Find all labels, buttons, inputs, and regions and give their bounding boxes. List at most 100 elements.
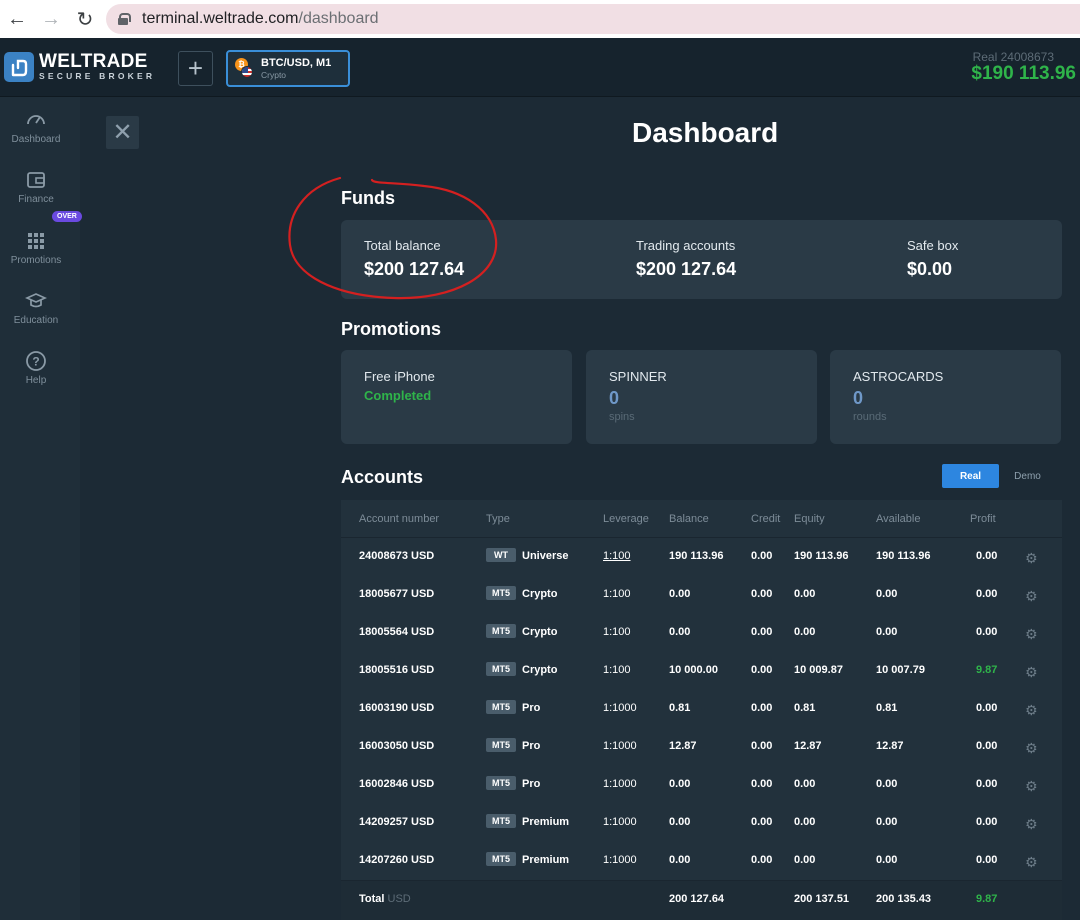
- promo-count: 0: [853, 388, 864, 408]
- account-number-cell: 16003050 USD: [359, 740, 435, 752]
- promo-name: SPINNER: [609, 369, 667, 384]
- logo-subtitle: SECURE BROKER: [39, 70, 156, 81]
- column-header: Available: [876, 513, 921, 525]
- gear-icon[interactable]: ⚙: [1025, 816, 1038, 833]
- profit-cell: 9.87: [976, 664, 998, 676]
- forward-arrow-icon[interactable]: →: [34, 0, 68, 38]
- total-balance-cell: 200 127.64: [669, 893, 725, 905]
- leverage-cell[interactable]: 1:100: [603, 550, 631, 562]
- app-header: WELTRADE SECURE BROKER + ₿ BTC/USD, M1 C…: [0, 38, 1080, 97]
- table-row[interactable]: MT5 16003050 USD Pro 1:1000 12.87 0.00 12.87 12…: [341, 728, 1062, 766]
- account-type-cell: Premium: [522, 854, 570, 866]
- column-header: Profit: [970, 513, 996, 525]
- table-row[interactable]: MT5 18005677 USD Crypto 1:100 0.00 0.00 0.00 0.…: [341, 576, 1062, 614]
- column-header: Credit: [751, 513, 781, 525]
- gear-icon[interactable]: ⚙: [1025, 740, 1038, 757]
- gear-icon[interactable]: ⚙: [1025, 664, 1038, 681]
- safe-box-label: Safe box: [907, 238, 959, 253]
- instrument-category: Crypto: [261, 70, 287, 80]
- demo-toggle-button[interactable]: Demo: [999, 464, 1056, 488]
- account-number-cell: 14207260 USD: [359, 854, 435, 866]
- table-row[interactable]: MT5 18005516 USD Crypto 1:100 10 000.00 0.00 1…: [341, 652, 1062, 690]
- credit-cell: 0.00: [751, 626, 773, 638]
- sidebar: Dashboard Finance OVER Promotions Educat…: [0, 97, 82, 920]
- promo-card-astrocards[interactable]: ASTROCARDS 0 rounds: [830, 350, 1061, 444]
- promo-card-spinner[interactable]: SPINNER 0 spins: [586, 350, 817, 444]
- speedometer-icon: [27, 115, 45, 125]
- total-profit-cell: 9.87: [976, 893, 998, 905]
- account-type-cell: Crypto: [522, 626, 558, 638]
- graduation-cap-icon: [25, 293, 47, 308]
- account-label[interactable]: Real 24008673: [973, 50, 1054, 64]
- gear-icon[interactable]: ⚙: [1025, 626, 1038, 643]
- gear-icon[interactable]: ⚙: [1025, 854, 1038, 871]
- sidebar-item-finance[interactable]: Finance: [0, 169, 72, 205]
- platform-badge: MT5: [486, 814, 516, 828]
- account-type-toggle: Real Demo: [942, 464, 1056, 488]
- address-bar[interactable]: terminal.weltrade.com/dashboard: [106, 4, 1080, 34]
- profit-cell: 0.00: [976, 626, 998, 638]
- trading-accounts-label: Trading accounts: [636, 238, 736, 253]
- sidebar-item-label: Education: [13, 315, 59, 326]
- table-row[interactable]: MT5 16002846 USD Pro 1:1000 0.00 0.00 0.00 0.00…: [341, 766, 1062, 804]
- platform-badge: MT5: [486, 852, 516, 866]
- promo-status: Completed: [364, 388, 432, 403]
- credit-cell: 0.00: [751, 816, 773, 828]
- gear-icon[interactable]: ⚙: [1025, 550, 1038, 567]
- reload-icon[interactable]: ↻: [68, 0, 102, 38]
- balance-cell: 10 000.00: [669, 664, 718, 676]
- logo[interactable]: WELTRADE SECURE BROKER: [4, 52, 155, 82]
- leverage-cell: 1:100: [603, 664, 631, 676]
- promo-card-free-iphone[interactable]: Free iPhone Completed: [341, 350, 572, 444]
- browser-toolbar: ← → ↻ terminal.weltrade.com/dashboard: [0, 0, 1080, 38]
- platform-badge: MT5: [486, 586, 516, 600]
- promotions-heading: Promotions: [341, 319, 442, 339]
- sidebar-item-help[interactable]: ? Help: [0, 350, 72, 386]
- profit-cell: 0.00: [976, 588, 998, 600]
- available-cell: 12.87: [876, 740, 904, 752]
- gear-icon[interactable]: ⚙: [1025, 778, 1038, 795]
- available-cell: 0.00: [876, 854, 898, 866]
- sidebar-item-label: Promotions: [10, 255, 62, 266]
- account-balance[interactable]: $190 113.96: [971, 63, 1076, 85]
- platform-badge: MT5: [486, 738, 516, 752]
- accounts-heading: Accounts: [341, 467, 424, 487]
- gear-icon[interactable]: ⚙: [1025, 588, 1038, 605]
- leverage-cell: 1:1000: [603, 778, 637, 790]
- account-type-cell: Crypto: [522, 664, 558, 676]
- add-instrument-button[interactable]: +: [178, 51, 213, 86]
- profit-cell: 0.00: [976, 550, 998, 562]
- table-total-row: Total USD 200 127.64 200 137.51 200 135.…: [341, 880, 1062, 920]
- sidebar-item-label: Dashboard: [11, 134, 61, 145]
- equity-cell: 0.00: [794, 588, 816, 600]
- profit-cell: 0.00: [976, 854, 998, 866]
- table-row[interactable]: MT5 18005564 USD Crypto 1:100 0.00 0.00 0.00 0.…: [341, 614, 1062, 652]
- back-arrow-icon[interactable]: ←: [0, 0, 34, 38]
- table-row[interactable]: MT5 14209257 USD Premium 1:1000 0.00 0.00 0.00…: [341, 804, 1062, 842]
- promo-name: Free iPhone: [364, 369, 435, 384]
- account-type-cell: Crypto: [522, 588, 558, 600]
- close-button[interactable]: ✕: [106, 116, 139, 149]
- balance-cell: 0.81: [669, 702, 691, 714]
- credit-cell: 0.00: [751, 854, 773, 866]
- safe-box: Safe box $0.00: [907, 238, 958, 280]
- equity-cell: 0.81: [794, 702, 816, 714]
- sidebar-item-education[interactable]: Education: [0, 290, 72, 326]
- real-toggle-button[interactable]: Real: [942, 464, 999, 488]
- account-type-cell: Pro: [522, 702, 541, 714]
- table-row[interactable]: WT 24008673 USD Universe 1:100 190 113.96 0.0…: [341, 538, 1062, 576]
- table-row[interactable]: MT5 16003190 USD Pro 1:1000 0.81 0.00 0.81 0.81…: [341, 690, 1062, 728]
- help-circle-icon: ?: [26, 351, 46, 371]
- instrument-tab[interactable]: ₿ BTC/USD, M1 Crypto: [226, 50, 350, 87]
- promo-count: 0: [609, 388, 620, 408]
- account-type-cell: Premium: [522, 816, 570, 828]
- credit-cell: 0.00: [751, 588, 773, 600]
- sidebar-item-promotions[interactable]: Promotions: [0, 230, 72, 266]
- account-number-cell: 16003190 USD: [359, 702, 435, 714]
- platform-badge: WT: [486, 548, 516, 562]
- table-row[interactable]: MT5 14207260 USD Premium 1:1000 0.00 0.00 0.00…: [341, 842, 1062, 880]
- credit-cell: 0.00: [751, 664, 773, 676]
- gear-icon[interactable]: ⚙: [1025, 702, 1038, 719]
- sidebar-item-dashboard[interactable]: Dashboard: [0, 109, 72, 145]
- promo-unit: rounds: [853, 411, 887, 423]
